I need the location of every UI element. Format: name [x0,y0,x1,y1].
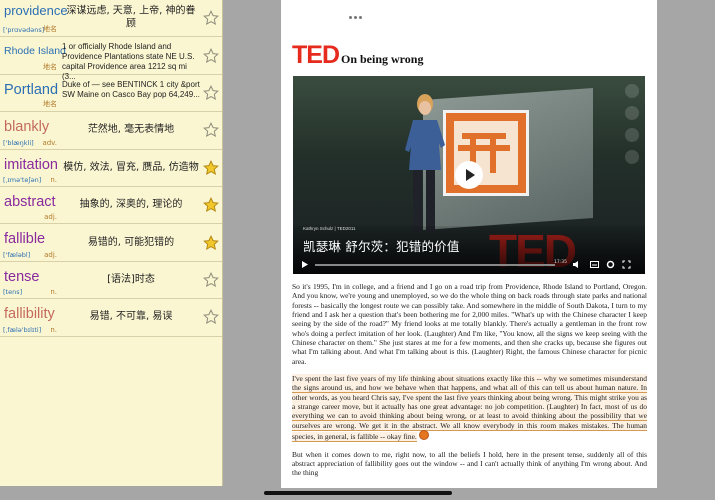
vocab-part-of-speech: 地名 [43,100,57,109]
vocab-part-of-speech: 地名 [43,25,57,34]
vocab-phonetic: [ˌfælə'bɪlɪti] [3,325,42,334]
vocab-word: blankly [4,119,50,136]
download-icon[interactable] [625,150,639,164]
star-icon[interactable] [203,271,219,288]
video-caption: 凯瑟琳 舒尔茨：犯错的价值 [303,239,460,254]
vocab-phonetic: ['fæləbl] [3,250,31,259]
vocab-word: providence [4,3,68,18]
volume-icon[interactable] [572,260,581,269]
picnic-sign-image [443,110,529,196]
vocab-phonetic: ['prɑvədəns] [3,26,45,35]
vocab-phonetic: [tens] [3,288,23,297]
vocab-definition: Duke of — see BENTINCK 1 city &port SW M… [62,79,200,99]
vocab-definition: [语法]时态 [107,273,155,285]
vocab-row[interactable]: imitation [ˌɪmə'teʃən] n. 模仿, 效法, 冒充, 赝品, 仿… [0,150,222,187]
vocab-word: imitation [4,156,58,173]
play-button[interactable] [455,161,483,189]
star-icon[interactable] [203,10,219,26]
vocab-word: tense [4,268,40,285]
vocab-row[interactable]: fallibility [ˌfælə'bɪlɪti] n. 易错, 不可靠, 易误 [0,299,222,337]
star-icon[interactable] [203,159,219,176]
vocab-phonetic: [ˌɪmə'teʃən] [3,175,42,184]
article-title: On being wrong [341,52,424,66]
vocab-definition: 茫然地, 毫无表情地 [87,124,175,136]
transcript-paragraph: But when it comes down to me, right now,… [292,449,647,478]
home-indicator[interactable] [264,491,452,495]
star-icon[interactable] [203,122,219,138]
vocab-definition: 深谋远虑, 天意, 上帝, 神的眷顾 [66,5,196,30]
vocab-part-of-speech: n. [50,175,57,184]
transcript-paragraph-highlighted[interactable]: I've spent the last five years of my lif… [292,374,647,443]
star-icon[interactable] [203,85,219,101]
star-icon[interactable] [203,309,219,325]
highlighted-text[interactable]: I've spent the last five years of my lif… [292,374,647,443]
vocab-row[interactable]: blankly ['blæŋkli] adv. 茫然地, 毫无表情地 [0,112,222,150]
heart-icon[interactable] [625,128,639,142]
vocab-part-of-speech: n. [50,325,57,334]
video-side-actions [623,84,641,172]
speaker-figure [405,94,445,232]
add-icon[interactable] [625,106,639,120]
vocab-definition: 抽象的, 深奥的, 理论的 [79,198,183,210]
vocab-word: fallibility [4,306,55,323]
vocab-row[interactable]: providence ['prɑvədəns] 地名 深谋远虑, 天意, 上帝, 神的… [0,0,222,38]
video-player[interactable]: TED Kathryn Schulz | TED2011 凯瑟琳 舒尔茨：犯错的… [293,76,645,274]
vocab-row[interactable]: tense [tens] n. [语法]时态 [0,262,222,300]
vocab-definition: 模仿, 效法, 冒充, 赝品, 仿造物 [63,161,199,173]
vocab-row[interactable]: abstract adj. 抽象的, 深奥的, 理论的 [0,187,222,225]
vocab-definition: 易错, 不可靠, 易误 [89,311,173,323]
vocab-part-of-speech: n. [50,288,57,297]
fullscreen-icon[interactable] [622,260,631,269]
video-duration: 17:35 [554,260,567,265]
vocab-word: fallible [4,231,46,248]
vocab-part-of-speech: adv. [42,138,57,147]
vocab-part-of-speech: adj. [44,250,57,259]
transcript-paragraph: So it's 1995, I'm in college, and a frie… [292,282,647,366]
video-progress-bar[interactable] [315,264,555,266]
play-small-icon[interactable] [300,260,309,269]
highlight-handle-icon[interactable] [418,430,429,441]
vocab-word: Portland [4,81,59,98]
vocab-row[interactable]: Portland 地名 Duke of — see BENTINCK 1 city … [0,75,222,113]
ted-logo: TED [292,41,340,69]
vocab-definition: 易错的, 可能犯错的 [87,236,175,248]
subtitles-icon[interactable] [590,260,599,269]
video-controls: 17:35 [293,256,645,274]
transcript-text: So it's 1995, I'm in college, and a frie… [292,282,647,486]
vocabulary-list: providence ['prɑvədəns] 地名 深谋远虑, 天意, 上帝, 神的… [0,0,223,486]
vocab-word: Rhode Island [4,45,66,58]
star-icon[interactable] [203,47,219,64]
article-header: TED On being wrong [292,43,423,69]
video-credit: Kathryn Schulz | TED2011 [303,226,356,231]
star-icon[interactable] [203,197,219,213]
vocab-row[interactable]: Rhode Island 地名 1 or officially Rhode Isla… [0,37,222,81]
vocab-row[interactable]: fallible ['fæləbl] adj. 易错的, 可能犯错的 [0,224,222,262]
star-icon[interactable] [203,234,219,251]
settings-icon[interactable] [606,260,615,269]
multitask-handle[interactable] [349,4,365,19]
vocab-phonetic: ['blæŋkli] [3,138,34,147]
vocab-word: abstract [4,193,56,210]
share-icon[interactable] [625,84,639,98]
reader-pane: TEDOn being wrong TED Kathryn Schulz | [281,0,657,488]
vocab-part-of-speech: 地名 [43,62,57,71]
vocab-part-of-speech: adj. [44,213,57,222]
